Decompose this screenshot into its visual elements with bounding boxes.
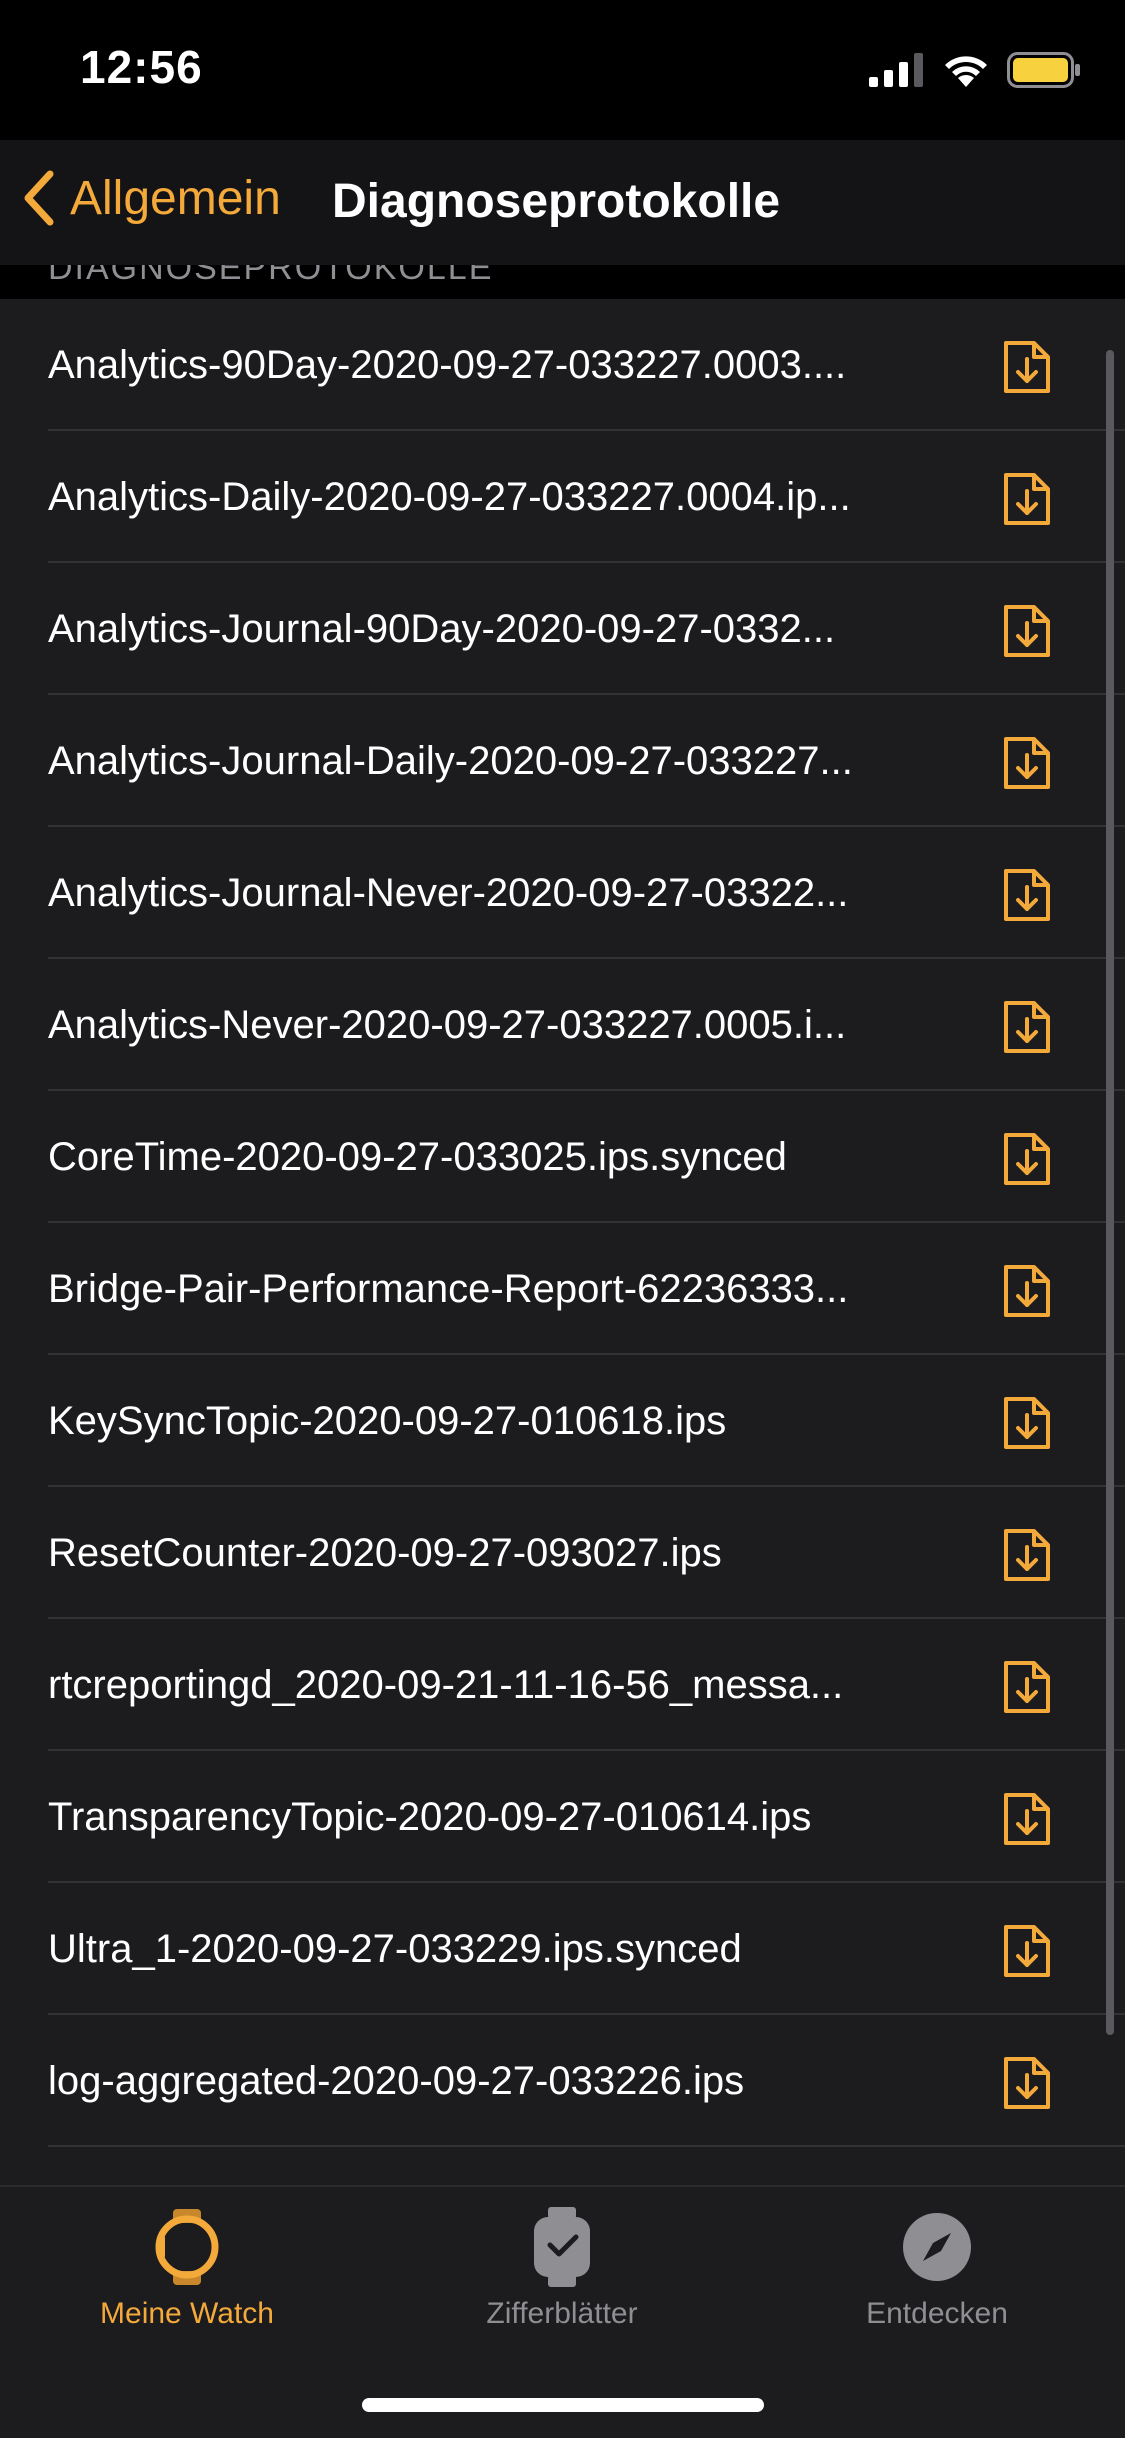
home-indicator[interactable] [362,2398,764,2412]
log-row[interactable]: Analytics-Journal-Daily-2020-09-27-03322… [0,695,1125,827]
section-header-label: DIAGNOSEPROTOKOLLE [48,265,494,287]
log-row[interactable]: Analytics-Daily-2020-09-27-033227.0004.i… [0,431,1125,563]
log-row[interactable]: Analytics-Journal-90Day-2020-09-27-0332.… [0,563,1125,695]
navigation-bar: Allgemein Diagnoseprotokolle [0,140,1125,265]
log-filename: Analytics-Journal-90Day-2020-09-27-0332.… [48,607,836,651]
download-document-icon[interactable] [1002,1527,1052,1583]
page-title: Diagnoseprotokolle [332,175,781,228]
log-row[interactable]: ResetCounter-2020-09-27-093027.ips [0,1487,1125,1619]
log-filename: Analytics-Journal-Daily-2020-09-27-03322… [48,739,853,783]
download-document-icon[interactable] [1002,1263,1052,1319]
download-document-icon[interactable] [1002,867,1052,923]
log-filename: log-aggregated-2020-09-27-033226.ips [48,2059,745,2103]
download-document-icon[interactable] [1002,999,1052,1055]
log-row[interactable]: KeySyncTopic-2020-09-27-010618.ips [0,1355,1125,1487]
download-document-icon[interactable] [1002,339,1052,395]
download-document-icon[interactable] [1002,1923,1052,1979]
download-document-icon[interactable] [1002,2055,1052,2111]
log-row[interactable]: log-aggregated-2020-09-27-033226.ips [0,2015,1125,2147]
download-document-icon[interactable] [1002,1395,1052,1451]
log-row[interactable]: Bridge-Pair-Performance-Report-62236333.… [0,1223,1125,1355]
log-filename: Analytics-Never-2020-09-27-033227.0005.i… [48,1003,847,1047]
log-filename: Analytics-Daily-2020-09-27-033227.0004.i… [48,475,851,519]
log-filename: Bridge-Pair-Performance-Report-62236333.… [48,1267,849,1311]
cellular-signal-icon [869,53,923,87]
download-document-icon[interactable] [1002,1131,1052,1187]
scrollbar[interactable] [1106,350,1114,2035]
download-document-icon[interactable] [1002,1791,1052,1847]
log-row[interactable]: TransparencyTopic-2020-09-27-010614.ips [0,1751,1125,1883]
tab-my-watch[interactable]: Meine Watch [37,2207,337,2331]
log-row[interactable]: Analytics-Never-2020-09-27-033227.0005.i… [0,959,1125,1091]
log-filename: rtcreportingd_2020-09-21-11-16-56_messa.… [48,1663,844,1707]
tab-label: Meine Watch [100,2297,274,2330]
log-list: Analytics-90Day-2020-09-27-033227.0003..… [0,299,1125,2185]
download-document-icon[interactable] [1002,1659,1052,1715]
tab-discover[interactable]: Entdecken [787,2207,1087,2331]
download-document-icon[interactable] [1002,603,1052,659]
watch-face-icon [534,2207,590,2287]
wifi-icon [945,56,987,87]
chevron-left-icon [24,170,54,226]
status-bar: 12:56 [0,0,1125,140]
tab-watch-faces[interactable]: Zifferblätter [412,2207,712,2331]
status-time: 12:56 [80,41,203,93]
log-filename: Ultra_1-2020-09-27-033229.ips.synced [48,1927,742,1971]
log-row[interactable]: rtcreportingd_2020-09-21-11-16-56_messa.… [0,1619,1125,1751]
log-filename: KeySyncTopic-2020-09-27-010618.ips [48,1399,727,1443]
download-document-icon[interactable] [1002,471,1052,527]
log-row[interactable]: CoreTime-2020-09-27-033025.ips.synced [0,1091,1125,1223]
log-row[interactable]: Ultra_1-2020-09-27-033229.ips.synced [0,1883,1125,2015]
status-icons [869,48,1081,92]
section-header: DIAGNOSEPROTOKOLLE [0,265,1125,299]
row-separator [48,2145,1125,2147]
log-filename: TransparencyTopic-2020-09-27-010614.ips [48,1795,812,1839]
back-button[interactable]: Allgemein [20,168,281,228]
log-row[interactable]: Analytics-Journal-Never-2020-09-27-03322… [0,827,1125,959]
battery-icon [1007,52,1080,88]
compass-icon [903,2213,971,2281]
log-filename: ResetCounter-2020-09-27-093027.ips [48,1531,722,1575]
tab-label: Zifferblätter [486,2297,638,2330]
watch-icon [155,2209,219,2285]
log-filename: Analytics-90Day-2020-09-27-033227.0003..… [48,343,847,387]
back-label: Allgemein [70,171,281,225]
log-filename: Analytics-Journal-Never-2020-09-27-03322… [48,871,849,915]
tab-label: Entdecken [866,2297,1008,2330]
log-row[interactable]: Analytics-90Day-2020-09-27-033227.0003..… [0,299,1125,431]
log-filename: CoreTime-2020-09-27-033025.ips.synced [48,1135,787,1179]
download-document-icon[interactable] [1002,735,1052,791]
